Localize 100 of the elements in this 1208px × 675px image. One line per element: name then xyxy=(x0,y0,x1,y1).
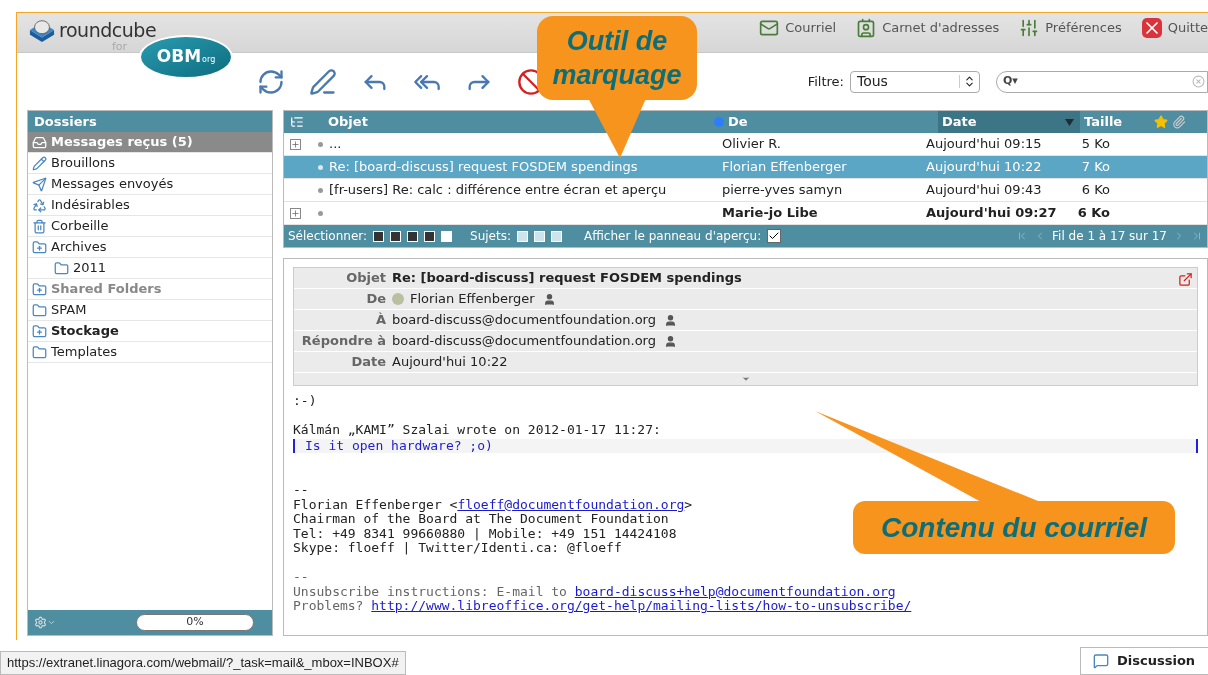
message-sender: pierre-yves samyn xyxy=(721,181,844,200)
column-header[interactable]: Taille xyxy=(1080,112,1154,132)
message-date: Aujourd'hui 09:27 xyxy=(925,204,1058,223)
body-text: Unsubscribe instructions: E-mail to xyxy=(293,583,568,599)
open-window-icon[interactable] xyxy=(1178,272,1193,287)
recycle-icon xyxy=(32,197,47,213)
nav-link[interactable]: Préférences xyxy=(1019,18,1122,38)
clear-icon[interactable] xyxy=(1192,75,1205,88)
message-date: Aujourd'hui 09:15 xyxy=(925,135,1043,154)
column-header[interactable]: De xyxy=(728,112,938,132)
cube-logo-icon xyxy=(27,17,57,43)
select-option-icon[interactable] xyxy=(407,230,419,242)
refresh-icon xyxy=(257,67,285,96)
folder-icon xyxy=(32,302,47,318)
preview-checkbox[interactable] xyxy=(767,229,782,243)
message-sender: Florian Effenberger xyxy=(721,158,848,177)
folder-name: Indésirables xyxy=(51,196,130,215)
message-subject: ... xyxy=(329,135,342,154)
thread-options-icon[interactable] xyxy=(290,115,304,129)
select-option-icon[interactable] xyxy=(390,230,402,242)
nav-link[interactable]: Courriel xyxy=(759,18,837,38)
expand-thread-icon[interactable] xyxy=(290,207,301,219)
select-option-icon[interactable] xyxy=(424,230,436,242)
person-icon[interactable] xyxy=(664,313,677,327)
body-line: -- xyxy=(293,570,309,585)
header-value: Re: [board-discuss] request FOSDEM spendings xyxy=(392,269,742,288)
folder-name: Shared Folders xyxy=(51,280,162,299)
quota-text: 0% xyxy=(185,615,205,630)
message-date: Aujourd'hui 09:43 xyxy=(925,181,1043,200)
body-line: Tel: +49 8341 99660880 | Mobile: +49 151 14424108 xyxy=(293,526,677,541)
header-label: Répondre à xyxy=(300,332,387,351)
chat-button[interactable]: Discussion xyxy=(1080,647,1208,675)
header-value: board-discuss@documentfoundation.org xyxy=(392,332,656,351)
header-label: De xyxy=(365,290,387,309)
nav-link[interactable]: Quitte xyxy=(1141,18,1208,38)
star-icon[interactable] xyxy=(1154,115,1168,129)
person-icon[interactable] xyxy=(542,292,556,306)
email-link[interactable]: http://www.libreoffice.org/get-help/mailing-lists/how-to-unsubscribe/ xyxy=(371,598,912,613)
column-header[interactable]: Date xyxy=(938,111,1080,133)
header-value: board-discuss@documentfoundation.org xyxy=(392,311,656,330)
header-value: Aujourd'hui 10:22 xyxy=(392,353,508,372)
avatar-icon xyxy=(392,293,404,305)
filter-dropdown[interactable]: Tous xyxy=(850,70,980,93)
folder-icon xyxy=(54,260,69,276)
folder-item[interactable]: Corbeille xyxy=(28,216,272,237)
folder-item[interactable]: Brouillons xyxy=(28,153,272,174)
email-link[interactable]: board-discuss+help@documentfoundation.org xyxy=(574,583,896,599)
body-line: -- xyxy=(293,483,309,498)
folder-name: Brouillons xyxy=(51,154,115,173)
paperclip-icon[interactable] xyxy=(1172,115,1186,129)
sort-arrow-icon xyxy=(1065,118,1074,126)
body-line: Skype: floeff | Twitter/Identi.ca: @floeff xyxy=(293,541,622,556)
folder-name: Templates xyxy=(51,343,118,362)
expand-thread-icon[interactable] xyxy=(290,138,301,150)
expand-headers-icon[interactable] xyxy=(740,374,751,384)
search-menu-icon[interactable]: Q▾ xyxy=(1003,73,1018,90)
search-field[interactable]: Q▾ xyxy=(996,70,1208,93)
pen-icon xyxy=(309,67,337,96)
folder-plus-icon xyxy=(32,239,47,255)
settings-menu-button[interactable] xyxy=(34,616,56,629)
message-date: Aujourd'hui 10:22 xyxy=(925,158,1043,177)
thread-option-icon[interactable] xyxy=(534,230,545,242)
header-value: Florian Effenberger xyxy=(410,290,535,309)
mail-icon xyxy=(759,18,780,38)
folder-name: Archives xyxy=(51,238,107,257)
address-book-icon xyxy=(856,18,877,38)
select-label: Sélectionner: xyxy=(288,228,368,245)
pager-status: Fil de 1 à 17 sur 17 xyxy=(1052,228,1167,245)
body-text: Florian Effenberger < xyxy=(293,496,458,512)
thread-option-icon[interactable] xyxy=(551,230,562,242)
threads-label: Sujets: xyxy=(470,228,511,245)
folder-name: 2011 xyxy=(73,259,107,278)
header-label: Objet xyxy=(345,269,387,288)
gear-icon xyxy=(34,616,47,629)
caret-icon xyxy=(47,618,56,627)
close-icon xyxy=(1141,18,1162,38)
thread-option-icon[interactable] xyxy=(517,230,528,242)
folder-item[interactable]: Messages envoyés xyxy=(28,174,272,195)
select-option-icon[interactable] xyxy=(373,230,385,242)
body-text: Problems? xyxy=(293,598,365,613)
message-size: 5 Ko xyxy=(1080,135,1111,154)
pencil-icon xyxy=(32,155,47,171)
message-subject: [fr-users] Re: calc : différence entre écran et aperçu xyxy=(329,181,667,200)
email-link[interactable]: floeff@documentfoundation.org xyxy=(457,496,685,512)
preview-label: Afficher le panneau d'aperçu: xyxy=(584,228,762,245)
folder-plus-icon xyxy=(32,323,47,339)
nav-link[interactable]: Carnet d'adresses xyxy=(856,18,1000,38)
message-subject: Re: [board-discuss] request FOSDEM spendings xyxy=(329,158,638,177)
folder-name: SPAM xyxy=(51,301,87,320)
folder-icon xyxy=(32,344,47,360)
filter-label: Filtre: xyxy=(807,72,844,91)
person-icon[interactable] xyxy=(664,334,677,348)
callout-tooltip: Contenu du courriel xyxy=(815,411,1175,554)
inbox-icon xyxy=(32,134,47,150)
message-size: 6 Ko xyxy=(1076,204,1111,223)
callout-tooltip: Outil de marquage xyxy=(537,16,697,158)
send-icon xyxy=(32,176,47,192)
header-label: Date xyxy=(350,353,387,372)
body-line: Kálmán „KAMI” Szalai wrote on 2012-01-17 11:27: xyxy=(293,423,661,438)
folder-name: Messages envoyés xyxy=(51,175,174,194)
